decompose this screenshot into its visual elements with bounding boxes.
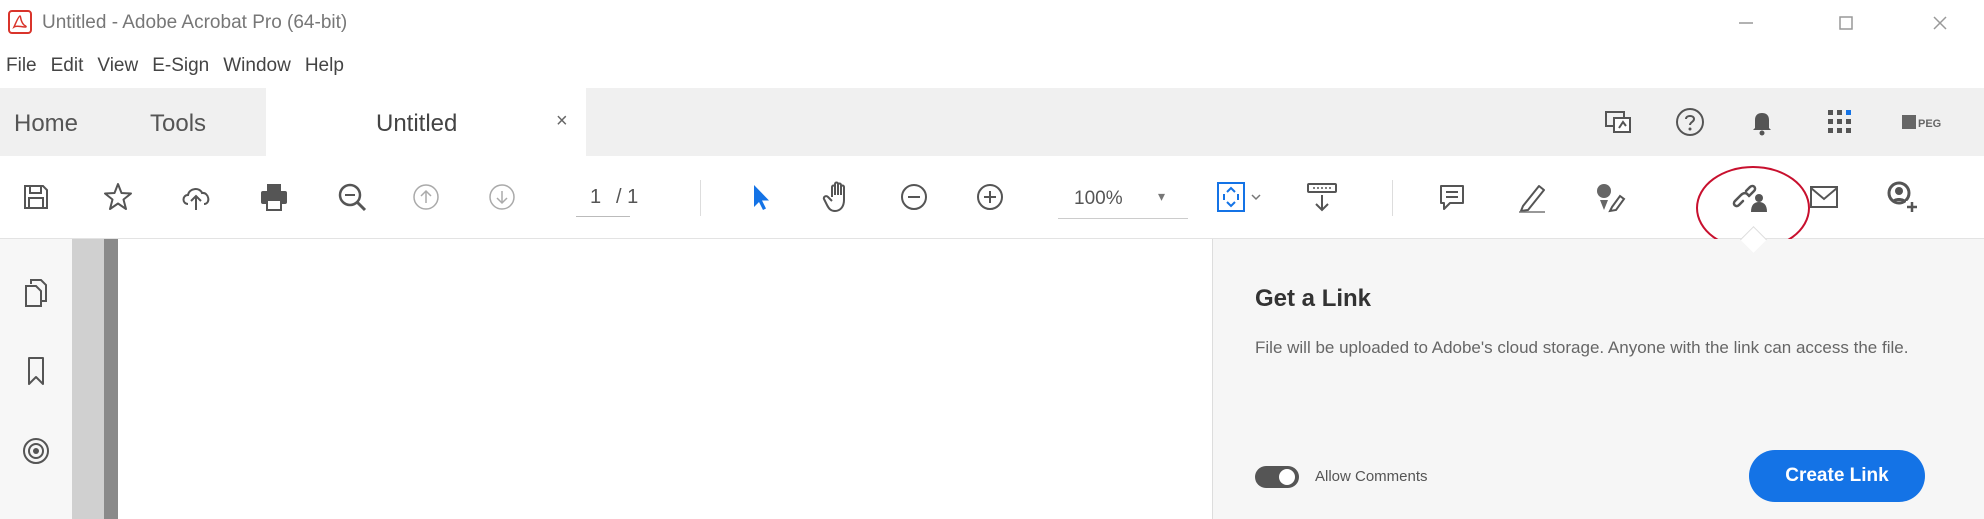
layers-target-icon[interactable] xyxy=(16,431,56,471)
fit-page-icon[interactable] xyxy=(1212,175,1268,219)
page-current[interactable]: 1 xyxy=(590,186,601,209)
tab-document-label: Untitled xyxy=(376,110,458,137)
zoom-level-value: 100% xyxy=(1074,188,1123,209)
left-navigation-rail xyxy=(0,239,72,519)
menu-edit[interactable]: Edit xyxy=(51,55,84,77)
profile-badge-text: PEG xyxy=(1918,118,1941,130)
panel-description: File will be uploaded to Adobe's cloud s… xyxy=(1255,338,1909,357)
highlight-pen-icon[interactable] xyxy=(1510,175,1554,219)
fill-sign-icon[interactable] xyxy=(1588,175,1632,219)
menu-file[interactable]: File xyxy=(6,55,37,77)
page-field-underline xyxy=(576,216,630,217)
tab-home[interactable]: Home xyxy=(14,110,78,138)
toolbar-divider xyxy=(1392,180,1393,216)
toolbar-divider xyxy=(700,180,701,216)
tab-tools[interactable]: Tools xyxy=(150,110,206,138)
create-link-button[interactable]: Create Link xyxy=(1749,450,1925,502)
zoom-level-dropdown[interactable]: 100% ▾ xyxy=(1058,178,1188,219)
zoom-underline xyxy=(1058,218,1188,219)
zoom-chevron-down-icon: ▾ xyxy=(1158,188,1166,204)
menu-esign[interactable]: E-Sign xyxy=(152,55,209,77)
share-screen-icon[interactable] xyxy=(1598,102,1638,142)
toggle-knob xyxy=(1279,469,1295,485)
menu-help[interactable]: Help xyxy=(305,55,344,77)
tab-document[interactable]: Untitled × xyxy=(266,88,586,157)
next-page-icon[interactable] xyxy=(480,175,524,219)
zoom-in-icon[interactable] xyxy=(968,175,1012,219)
menu-window[interactable]: Window xyxy=(223,55,291,77)
zoom-search-icon[interactable] xyxy=(330,175,374,219)
maximize-icon[interactable] xyxy=(1816,6,1876,40)
save-icon[interactable] xyxy=(14,175,58,219)
hand-tool-icon[interactable] xyxy=(816,175,860,219)
tab-bar: Home Tools Untitled × PEG xyxy=(0,88,1984,157)
cloud-upload-icon[interactable] xyxy=(174,175,218,219)
allow-comments-label: Allow Comments xyxy=(1315,468,1428,485)
apps-grid-icon[interactable] xyxy=(1820,102,1860,142)
scroll-mode-icon[interactable] xyxy=(1300,175,1344,219)
help-icon[interactable] xyxy=(1670,102,1710,142)
add-user-icon[interactable] xyxy=(1880,175,1924,219)
print-icon[interactable] xyxy=(252,175,296,219)
bookmark-star-icon[interactable] xyxy=(96,175,140,219)
menu-bar: File Edit View E-Sign Window Help xyxy=(0,44,1984,88)
allow-comments-toggle[interactable] xyxy=(1255,466,1299,488)
document-page-edge xyxy=(104,239,118,519)
window-title: Untitled - Adobe Acrobat Pro (64-bit) xyxy=(42,12,348,33)
select-pointer-icon[interactable] xyxy=(738,175,782,219)
page-number-field[interactable]: 1 / 1 xyxy=(572,178,662,217)
tab-close-icon[interactable]: × xyxy=(556,110,568,133)
notifications-bell-icon[interactable] xyxy=(1742,102,1782,142)
panel-title: Get a Link xyxy=(1255,285,1372,312)
bookmarks-icon[interactable] xyxy=(16,351,56,391)
previous-page-icon[interactable] xyxy=(404,175,448,219)
profile-avatar-icon[interactable]: PEG xyxy=(1898,102,1958,142)
comment-icon[interactable] xyxy=(1430,175,1474,219)
minimize-icon[interactable] xyxy=(1716,6,1776,40)
main-toolbar: 1 / 1 100% ▾ xyxy=(0,156,1984,239)
page-thumbnails-icon[interactable] xyxy=(16,273,56,313)
close-icon[interactable] xyxy=(1910,6,1970,40)
zoom-out-icon[interactable] xyxy=(892,175,936,219)
menu-view[interactable]: View xyxy=(97,55,138,77)
acrobat-logo-icon xyxy=(8,10,32,34)
title-bar: Untitled - Adobe Acrobat Pro (64-bit) xyxy=(0,0,1984,44)
document-canvas[interactable] xyxy=(72,239,1212,519)
get-link-panel: Get a Link File will be uploaded to Adob… xyxy=(1212,239,1984,519)
page-total: / 1 xyxy=(616,186,639,208)
